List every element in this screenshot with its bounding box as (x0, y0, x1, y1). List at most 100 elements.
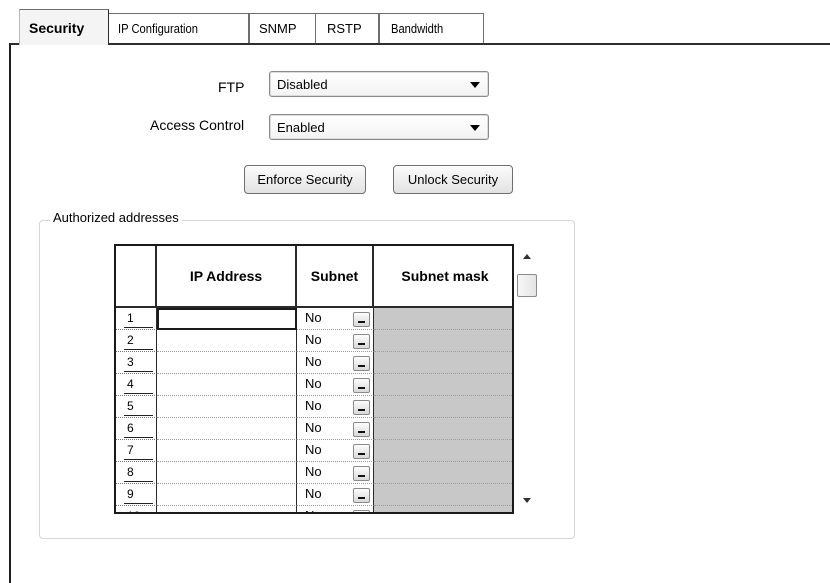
subnet-mask-cell (374, 506, 512, 512)
row-number: 6 (116, 418, 157, 440)
access-control-select-value: Enabled (277, 119, 325, 135)
row-number: 7 (116, 440, 157, 462)
column-header-ip-address[interactable]: IP Address (157, 246, 297, 308)
row-number: 1 (116, 308, 157, 330)
subnet-value: No (305, 398, 322, 413)
grid-vertical-scrollbar[interactable] (514, 244, 542, 514)
ip-address-cell[interactable] (157, 396, 297, 418)
table-row: 3 No (116, 352, 512, 374)
subnet-cell[interactable]: No (297, 462, 374, 484)
subnet-value: No (305, 420, 322, 435)
subnet-mask-cell (374, 308, 512, 330)
ip-address-cell[interactable] (157, 308, 297, 330)
dropdown-button-icon[interactable] (353, 334, 370, 349)
tab-rstp[interactable]: RSTP (316, 13, 379, 43)
subnet-cell[interactable]: No (297, 308, 374, 330)
tab-label: IP Configuration (118, 21, 198, 36)
tab-label: RSTP (327, 21, 362, 36)
subnet-value: No (305, 310, 322, 325)
row-number: 8 (116, 462, 157, 484)
dropdown-button-icon[interactable] (353, 356, 370, 371)
table-row: 7 No (116, 440, 512, 462)
table-row: 10 No (116, 506, 512, 512)
ip-address-cell[interactable] (157, 484, 297, 506)
table-row: 9 No (116, 484, 512, 506)
subnet-value: No (305, 508, 322, 512)
dropdown-button-icon[interactable] (353, 444, 370, 459)
subnet-value: No (305, 464, 322, 479)
row-number: 5 (116, 396, 157, 418)
dropdown-button-icon[interactable] (353, 510, 370, 512)
row-number: 10 (116, 506, 157, 512)
ip-address-cell[interactable] (157, 330, 297, 352)
column-header-subnet[interactable]: Subnet (297, 246, 374, 308)
authorized-addresses-title: Authorized addresses (50, 210, 182, 225)
subnet-cell[interactable]: No (297, 484, 374, 506)
row-number: 9 (116, 484, 157, 506)
chevron-down-icon (470, 82, 480, 88)
row-number: 4 (116, 374, 157, 396)
access-control-label: Access Control (150, 117, 245, 133)
subnet-value: No (305, 376, 322, 391)
subnet-mask-cell (374, 418, 512, 440)
column-header-subnet-mask[interactable]: Subnet mask (374, 246, 512, 308)
ftp-select[interactable]: Disabled (269, 71, 489, 97)
subnet-mask-cell (374, 462, 512, 484)
access-control-select[interactable]: Enabled (269, 114, 489, 140)
enforce-security-button[interactable]: Enforce Security (244, 165, 366, 194)
subnet-value: No (305, 332, 322, 347)
subnet-mask-cell (374, 330, 512, 352)
subnet-mask-cell (374, 352, 512, 374)
ip-address-cell[interactable] (157, 440, 297, 462)
dropdown-button-icon[interactable] (353, 312, 370, 327)
subnet-cell[interactable]: No (297, 418, 374, 440)
subnet-mask-cell (374, 440, 512, 462)
table-row: 4 No (116, 374, 512, 396)
tab-bandwidth[interactable]: Bandwidth (379, 13, 484, 43)
subnet-cell[interactable]: No (297, 374, 374, 396)
ip-address-cell[interactable] (157, 462, 297, 484)
scrollbar-thumb[interactable] (517, 274, 537, 297)
subnet-cell[interactable]: No (297, 506, 374, 512)
table-row: 2 No (116, 330, 512, 352)
subnet-value: No (305, 486, 322, 501)
tab-label: SNMP (259, 21, 297, 36)
tab-label: Bandwidth (391, 21, 444, 36)
dropdown-button-icon[interactable] (353, 400, 370, 415)
table-row: 8 No (116, 462, 512, 484)
tab-snmp[interactable]: SNMP (249, 13, 316, 43)
ip-address-cell[interactable] (157, 418, 297, 440)
ftp-select-value: Disabled (277, 76, 328, 92)
tab-security[interactable]: Security (19, 9, 109, 45)
tab-bar: Security IP Configuration SNMP RSTP Band… (0, 0, 830, 45)
table-row: 5 No (116, 396, 512, 418)
arrow-down-icon[interactable] (523, 498, 531, 503)
dropdown-button-icon[interactable] (353, 378, 370, 393)
ip-address-cell[interactable] (157, 352, 297, 374)
subnet-mask-cell (374, 374, 512, 396)
arrow-up-icon[interactable] (523, 254, 531, 259)
dropdown-button-icon[interactable] (353, 466, 370, 481)
dropdown-button-icon[interactable] (353, 488, 370, 503)
subnet-value: No (305, 442, 322, 457)
row-number: 3 (116, 352, 157, 374)
authorized-addresses-grid: IP Address Subnet Subnet mask 1 No 2 No 3 No 4… (114, 244, 514, 514)
unlock-security-button[interactable]: Unlock Security (393, 165, 513, 194)
chevron-down-icon (470, 125, 480, 131)
ip-address-cell[interactable] (157, 506, 297, 512)
subnet-value: No (305, 354, 322, 369)
tab-label: Security (29, 19, 85, 36)
subnet-cell[interactable]: No (297, 396, 374, 418)
subnet-mask-cell (374, 396, 512, 418)
row-number: 2 (116, 330, 157, 352)
ip-address-cell[interactable] (157, 374, 297, 396)
subnet-cell[interactable]: No (297, 330, 374, 352)
row-header-corner (116, 246, 157, 308)
subnet-cell[interactable]: No (297, 352, 374, 374)
subnet-cell[interactable]: No (297, 440, 374, 462)
table-row: 6 No (116, 418, 512, 440)
tab-ip-configuration[interactable]: IP Configuration (109, 13, 249, 43)
ftp-label: FTP (218, 79, 245, 95)
table-row: 1 No (116, 308, 512, 330)
dropdown-button-icon[interactable] (353, 422, 370, 437)
